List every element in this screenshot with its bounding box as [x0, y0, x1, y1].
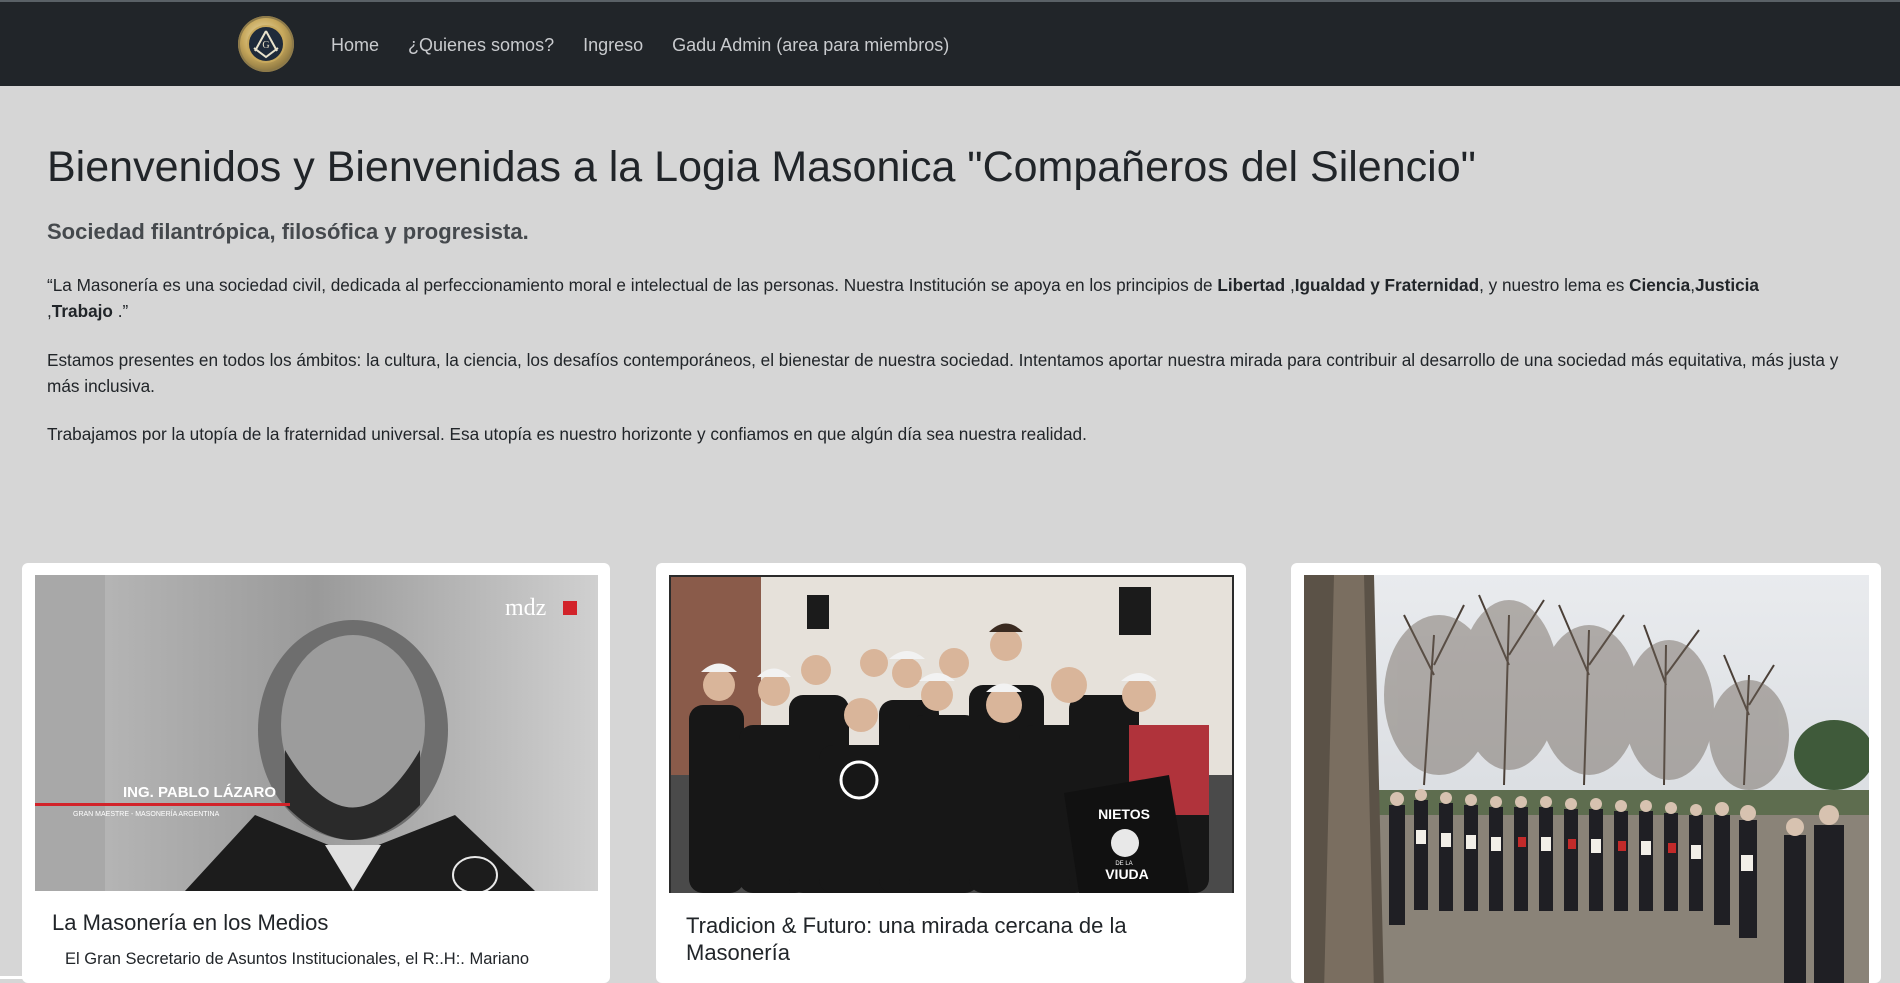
- utopia-paragraph: Trabajamos por la utopía de la fraternid…: [47, 424, 1087, 444]
- card-title[interactable]: La Masonería en los Medios: [52, 909, 328, 936]
- nav-home[interactable]: Home: [331, 33, 379, 57]
- intro-paragraph: “La Masonería es una sociedad civil, ded…: [47, 275, 1759, 321]
- card-image-interview[interactable]: ING. PABLO LÁZARO GRAN MAESTRE - MASONER…: [35, 575, 598, 891]
- card-text: El Gran Secretario de Asuntos Institucio…: [65, 950, 530, 968]
- news-card-tradicion[interactable]: NIETOS DE LA VIUDA Tradicion & Futuro: u…: [656, 563, 1246, 983]
- nav-ingreso[interactable]: Ingreso: [583, 33, 643, 57]
- nav-gadu-admin[interactable]: Gadu Admin (area para miembros): [672, 33, 949, 57]
- page-subtitle: Sociedad filantrópica, filosófica y prog…: [47, 219, 529, 244]
- interview-name-caption: ING. PABLO LÁZARO: [123, 784, 276, 801]
- card-title[interactable]: Tradicion & Futuro: una mirada cercana d…: [686, 912, 1156, 966]
- news-card-medios[interactable]: ING. PABLO LÁZARO GRAN MAESTRE - MASONER…: [22, 563, 610, 983]
- presence-paragraph: Estamos presentes en todos los ámbitos: …: [47, 350, 1839, 396]
- logo-emblem[interactable]: G: [238, 16, 294, 72]
- svg-text:G: G: [262, 40, 269, 51]
- shirt-text-nietos: NIETOS: [1098, 806, 1150, 822]
- interview-role-caption: GRAN MAESTRE - MASONERÍA ARGENTINA: [73, 809, 220, 818]
- card-image-ceremony-photo[interactable]: [1304, 575, 1869, 983]
- hero-section: Bienvenidos y Bienvenidas a la Logia Mas…: [47, 140, 1857, 448]
- mdz-logo: mdz: [505, 595, 546, 621]
- card-image-group-photo[interactable]: NIETOS DE LA VIUDA: [669, 575, 1234, 893]
- page-title: Bienvenidos y Bienvenidas a la Logia Mas…: [47, 143, 1476, 191]
- navbar: G Home ¿Quienes somos? Ingreso Gadu Admi…: [0, 2, 1900, 86]
- nav-links: Home ¿Quienes somos? Ingreso Gadu Admin …: [331, 33, 978, 57]
- square-compass-icon: G: [247, 25, 285, 63]
- news-card-ceremony[interactable]: [1291, 563, 1881, 983]
- nav-quienes-somos[interactable]: ¿Quienes somos?: [408, 33, 554, 57]
- shirt-text-viuda: VIUDA: [1105, 866, 1149, 882]
